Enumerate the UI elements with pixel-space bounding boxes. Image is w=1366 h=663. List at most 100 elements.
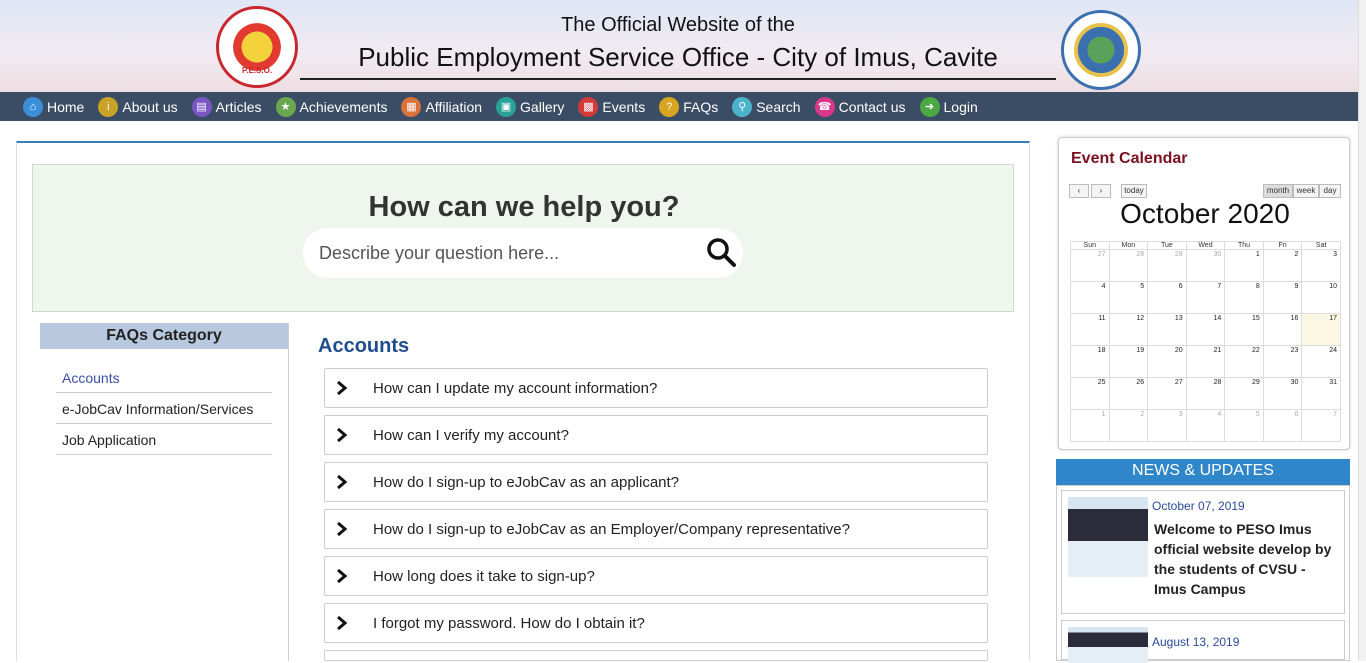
faq-question: How can I verify my account? [373, 426, 569, 444]
calendar-day[interactable]: 4 [1185, 409, 1226, 442]
faq-item[interactable] [324, 650, 988, 661]
calendar-day[interactable]: 1 [1070, 409, 1110, 442]
faq-item[interactable]: How can I update my account information? [324, 368, 988, 408]
faq-item[interactable]: I forgot my password. How do I obtain it… [324, 603, 988, 643]
nav-events[interactable]: ▩ Events [578, 96, 646, 117]
news-item[interactable]: October 07, 2019 Welcome to PESO Imus of… [1061, 490, 1345, 614]
faq-item[interactable]: How long does it take to sign-up? [324, 556, 988, 596]
calendar-day-view-button[interactable]: day [1319, 184, 1341, 198]
info-icon: i [98, 96, 119, 117]
nav-faqs-label: FAQs [683, 98, 719, 115]
calendar-title: Event Calendar [1071, 150, 1188, 167]
calendar-day[interactable]: 14 [1185, 313, 1226, 347]
calendar-month-view-button[interactable]: month [1263, 184, 1293, 198]
calendar-day[interactable]: 31 [1301, 377, 1341, 410]
faq-section-title: Accounts [318, 335, 410, 357]
news-title: Welcome to PESO Imus official website de… [1154, 521, 1332, 597]
faq-search-input[interactable] [319, 240, 689, 266]
calendar-day[interactable]: 18 [1070, 345, 1110, 379]
faq-item[interactable]: How do I sign-up to eJobCav as an Employ… [324, 509, 988, 549]
nav-events-label: Events [602, 98, 646, 115]
faq-category-title: FAQs Category [40, 323, 288, 349]
nav-search[interactable]: ⚲ Search [732, 96, 801, 117]
calendar-day[interactable]: 12 [1108, 313, 1149, 347]
calendar-today-button[interactable]: today [1121, 184, 1147, 198]
nav-achievements[interactable]: ★ Achievements [275, 96, 388, 117]
calendar-day[interactable]: 21 [1185, 345, 1226, 379]
news-date: October 07, 2019 [1152, 499, 1245, 513]
nav-about[interactable]: i About us [98, 96, 178, 117]
faq-item[interactable]: How do I sign-up to eJobCav as an applic… [324, 462, 988, 502]
nav-about-label: About us [122, 98, 178, 115]
calendar-day[interactable]: 30 [1185, 249, 1226, 283]
nav-gallery[interactable]: ▣ Gallery [496, 96, 564, 117]
calendar-day[interactable]: 3 [1301, 249, 1341, 283]
articles-icon: ▤ [191, 96, 212, 117]
calendar-day-today[interactable]: 17 [1301, 313, 1341, 347]
category-accounts[interactable]: Accounts [56, 362, 272, 393]
calendar-day[interactable]: 23 [1262, 345, 1303, 379]
nav-home[interactable]: ⌂ Home [23, 96, 84, 117]
calendar-day[interactable]: 20 [1147, 345, 1187, 379]
calendar-day[interactable]: 27 [1147, 377, 1187, 410]
category-job-application[interactable]: Job Application [56, 424, 272, 455]
header-subtitle: The Official Website of the [561, 14, 795, 36]
calendar-day[interactable]: 26 [1108, 377, 1149, 410]
nav-achievements-label: Achievements [299, 98, 388, 115]
nav-faqs[interactable]: ? FAQs [659, 96, 719, 117]
calendar-day[interactable]: 4 [1070, 281, 1110, 315]
calendar-day[interactable]: 10 [1301, 281, 1341, 315]
chevron-right-icon [337, 569, 348, 583]
calendar-day[interactable]: 13 [1147, 313, 1187, 347]
calendar-day[interactable]: 16 [1262, 313, 1303, 347]
calendar-day[interactable]: 29 [1147, 249, 1187, 283]
calendar-day[interactable]: 1 [1224, 249, 1264, 283]
calendar-day[interactable]: 24 [1301, 345, 1341, 379]
calendar-day[interactable]: 27 [1070, 249, 1110, 283]
calendar-day[interactable]: 9 [1262, 281, 1303, 315]
calendar-week-view-button[interactable]: week [1293, 184, 1319, 198]
calendar-day[interactable]: 15 [1224, 313, 1264, 347]
peso-logo[interactable]: P.E.S.O. [216, 6, 298, 88]
chevron-right-icon [337, 428, 348, 442]
calendar-day[interactable]: 22 [1224, 345, 1264, 379]
calendar-day[interactable]: 25 [1070, 377, 1110, 410]
calendar-day[interactable]: 29 [1224, 377, 1264, 410]
calendar-day[interactable]: 6 [1147, 281, 1187, 315]
calendar-day[interactable]: 8 [1224, 281, 1264, 315]
calendar-day[interactable]: 28 [1185, 377, 1226, 410]
nav-affiliation[interactable]: ▦ Affiliation [401, 96, 482, 117]
faq-question: How do I sign-up to eJobCav as an Employ… [373, 520, 850, 538]
calendar-day[interactable]: 7 [1185, 281, 1226, 315]
faq-item[interactable]: How can I verify my account? [324, 415, 988, 455]
calendar-day[interactable]: 30 [1262, 377, 1303, 410]
calendar-day[interactable]: 6 [1262, 409, 1303, 442]
category-ejobcav-info[interactable]: e-JobCav Information/Services [56, 393, 272, 424]
site-header: P.E.S.O. The Official Website of the Pub… [0, 0, 1358, 92]
home-icon: ⌂ [23, 96, 43, 117]
search-icon[interactable] [705, 236, 737, 268]
help-search-bar [303, 228, 743, 278]
nav-login[interactable]: ➜ Login [919, 96, 978, 117]
news-date: August 13, 2019 [1152, 635, 1240, 649]
calendar-day[interactable]: 2 [1108, 409, 1149, 442]
news-heading: NEWS & UPDATES [1056, 459, 1350, 485]
news-item[interactable]: August 13, 2019 [1061, 620, 1345, 663]
vertical-scrollbar[interactable] [1358, 0, 1366, 661]
calendar-day[interactable]: 5 [1108, 281, 1149, 315]
calendar-prev-button[interactable]: ‹ [1069, 184, 1089, 198]
nav-contact[interactable]: ☎ Contact us [814, 96, 906, 117]
weekday-header: Thu [1224, 240, 1264, 251]
building-icon: ▦ [401, 96, 422, 117]
calendar-day[interactable]: 5 [1224, 409, 1264, 442]
news-thumbnail [1068, 627, 1148, 663]
calendar-next-button[interactable]: › [1091, 184, 1111, 198]
calendar-day[interactable]: 19 [1108, 345, 1149, 379]
calendar-day[interactable]: 3 [1147, 409, 1187, 442]
calendar-day[interactable]: 2 [1262, 249, 1303, 283]
nav-articles[interactable]: ▤ Articles [191, 96, 262, 117]
calendar-day[interactable]: 7 [1301, 409, 1341, 442]
calendar-day[interactable]: 28 [1108, 249, 1149, 283]
question-icon: ? [659, 96, 680, 117]
calendar-day[interactable]: 11 [1070, 313, 1110, 347]
